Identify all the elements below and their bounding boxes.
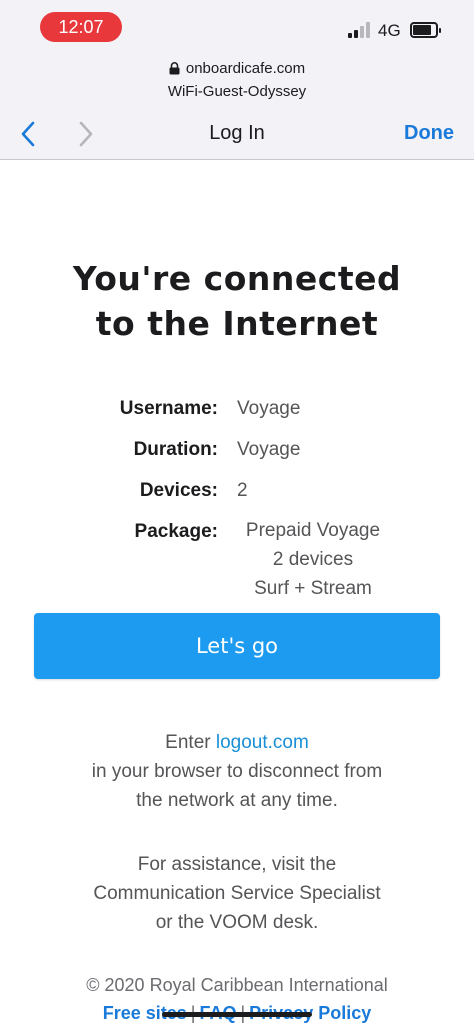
done-button[interactable]: Done (404, 122, 454, 145)
battery-icon (410, 22, 441, 38)
assistance-text: For assistance, visit the Communication … (0, 850, 474, 937)
devices-label: Devices: (139, 480, 218, 501)
logout-line-3: the network at any time. (136, 790, 338, 811)
info-row-devices: Devices: 2 (0, 480, 474, 521)
package-line: Prepaid Voyage (245, 520, 381, 541)
heading-line-1: You're connected (72, 259, 402, 298)
duration-label: Duration: (133, 439, 218, 460)
status-time: 12:07 (40, 12, 122, 42)
logout-instructions: Enter logout.com in your browser to disc… (0, 728, 474, 815)
network-type: 4G (378, 21, 401, 40)
nav-bar: Log In Done (0, 116, 474, 152)
assistance-line-2: Communication Service Specialist (93, 883, 381, 904)
copyright-text: © 2020 Royal Caribbean International (86, 975, 388, 995)
network-name: WiFi-Guest-Odyssey (167, 83, 307, 100)
home-indicator[interactable] (162, 1012, 312, 1017)
cellular-signal-icon (348, 20, 372, 38)
domain-text: onboardicafe.com (185, 60, 306, 77)
logout-link[interactable]: logout.com (216, 732, 309, 753)
duration-value: Voyage (237, 439, 301, 460)
username-label: Username: (119, 398, 218, 419)
page-title: Log In (209, 122, 265, 144)
package-line: Surf + Stream (254, 578, 372, 599)
logout-prefix: Enter (165, 732, 211, 753)
info-row-username: Username: Voyage (0, 398, 474, 439)
package-value: Prepaid Voyage 2 devices Surf + Stream (237, 516, 389, 603)
info-row-package: Package: Prepaid Voyage 2 devices Surf +… (0, 520, 474, 599)
connected-heading: You're connected to the Internet (0, 256, 474, 346)
assistance-line-3: or the VOOM desk. (155, 912, 319, 933)
devices-value: 2 (237, 480, 248, 501)
heading-line-2: to the Internet (95, 304, 379, 343)
username-value: Voyage (237, 398, 301, 419)
lets-go-button[interactable]: Let's go (34, 613, 440, 679)
status-bar: 12:07 4G (0, 0, 474, 56)
lock-icon (169, 62, 180, 75)
captive-portal-header: onboardicafe.com WiFi-Guest-Odyssey Log … (0, 56, 474, 160)
package-line: 2 devices (272, 549, 354, 570)
package-label: Package: (134, 521, 218, 542)
url-row: onboardicafe.com (0, 60, 474, 77)
assistance-line-1: For assistance, visit the (137, 854, 337, 875)
info-row-duration: Duration: Voyage (0, 439, 474, 480)
session-info: Username: Voyage Duration: Voyage Device… (0, 398, 474, 599)
logout-line-2: in your browser to disconnect from (91, 761, 383, 782)
